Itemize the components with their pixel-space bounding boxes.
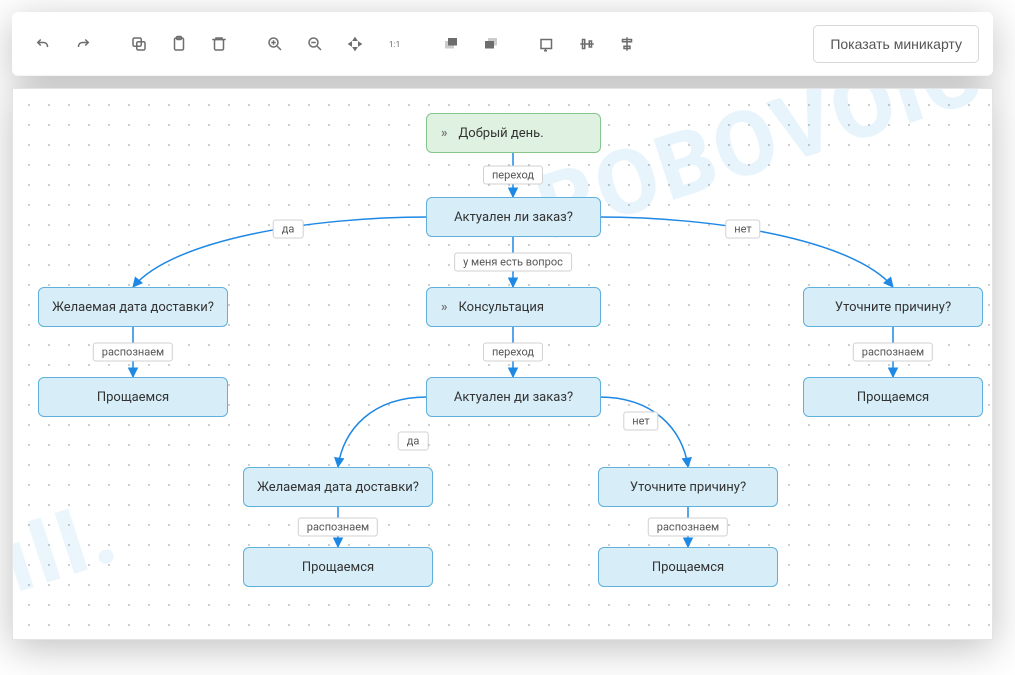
- edge-label-no: нет: [725, 220, 760, 239]
- svg-text:1:1: 1:1: [389, 40, 400, 50]
- node-label: Уточните причину?: [835, 300, 951, 315]
- node-bye-left[interactable]: Прощаемся: [38, 377, 228, 417]
- show-minimap-label: Показать миникарту: [830, 36, 962, 52]
- node-label: Актуален ли заказ?: [454, 210, 573, 225]
- node-question-actual[interactable]: Актуален ли заказ?: [426, 197, 601, 237]
- send-back-button[interactable]: [474, 27, 508, 61]
- node-label: Желаемая дата доставки?: [52, 300, 214, 315]
- node-bye-center-left[interactable]: Прощаемся: [243, 547, 433, 587]
- node-question-actual-2[interactable]: Актуален ди заказ?: [426, 377, 601, 417]
- node-date-center[interactable]: Желаемая дата доставки?: [243, 467, 433, 507]
- edge-label: у меня есть вопрос: [454, 253, 572, 272]
- node-label: Прощаемся: [857, 390, 929, 405]
- edge-label: распознаем: [853, 343, 933, 362]
- zoom-reset-button[interactable]: 1:1: [378, 27, 412, 61]
- bring-front-button[interactable]: [434, 27, 468, 61]
- node-label: Желаемая дата доставки?: [257, 480, 419, 495]
- node-label: Актуален ди заказ?: [454, 390, 573, 405]
- zoom-in-button[interactable]: [258, 27, 292, 61]
- edge-label-no: нет: [623, 412, 658, 431]
- undo-button[interactable]: [26, 27, 60, 61]
- node-reason-center[interactable]: Уточните причину?: [598, 467, 778, 507]
- node-label: Прощаемся: [652, 560, 724, 575]
- node-label: Прощаемся: [97, 390, 169, 405]
- copy-button[interactable]: [122, 27, 156, 61]
- flow-canvas[interactable]: ROBOVOICE ıII. » Добрый день.: [12, 88, 993, 640]
- chevron-double-icon: »: [441, 300, 445, 315]
- node-label: Консультация: [459, 300, 544, 315]
- zoom-fit-button[interactable]: [338, 27, 372, 61]
- edge-label: распознаем: [298, 518, 378, 537]
- align-horizontal-button[interactable]: [570, 27, 604, 61]
- edge-label: распознаем: [648, 518, 728, 537]
- redo-button[interactable]: [66, 27, 100, 61]
- node-date-left[interactable]: Желаемая дата доставки?: [38, 287, 228, 327]
- edge-label: переход: [483, 343, 543, 362]
- delete-button[interactable]: [202, 27, 236, 61]
- node-label: Прощаемся: [302, 560, 374, 575]
- paste-button[interactable]: [162, 27, 196, 61]
- node-start[interactable]: » Добрый день.: [426, 113, 601, 153]
- node-label: Уточните причину?: [630, 480, 746, 495]
- align-vertical-button[interactable]: [610, 27, 644, 61]
- watermark-text-2: ıII.: [12, 479, 130, 614]
- edge-label-yes: да: [273, 220, 304, 239]
- align-button-1[interactable]: [530, 27, 564, 61]
- node-bye-right[interactable]: Прощаемся: [803, 377, 983, 417]
- node-bye-center-right[interactable]: Прощаемся: [598, 547, 778, 587]
- node-label: Добрый день.: [459, 126, 544, 141]
- chevron-double-icon: »: [441, 126, 445, 141]
- edge-label-yes: да: [398, 432, 429, 451]
- show-minimap-button[interactable]: Показать миникарту: [813, 25, 979, 63]
- node-consult[interactable]: » Консультация: [426, 287, 601, 327]
- edge-label: переход: [483, 166, 543, 185]
- node-reason-right[interactable]: Уточните причину?: [803, 287, 983, 327]
- zoom-out-button[interactable]: [298, 27, 332, 61]
- toolbar: 1:1 Показать миникарту: [12, 12, 993, 76]
- edge-label: распознаем: [93, 343, 173, 362]
